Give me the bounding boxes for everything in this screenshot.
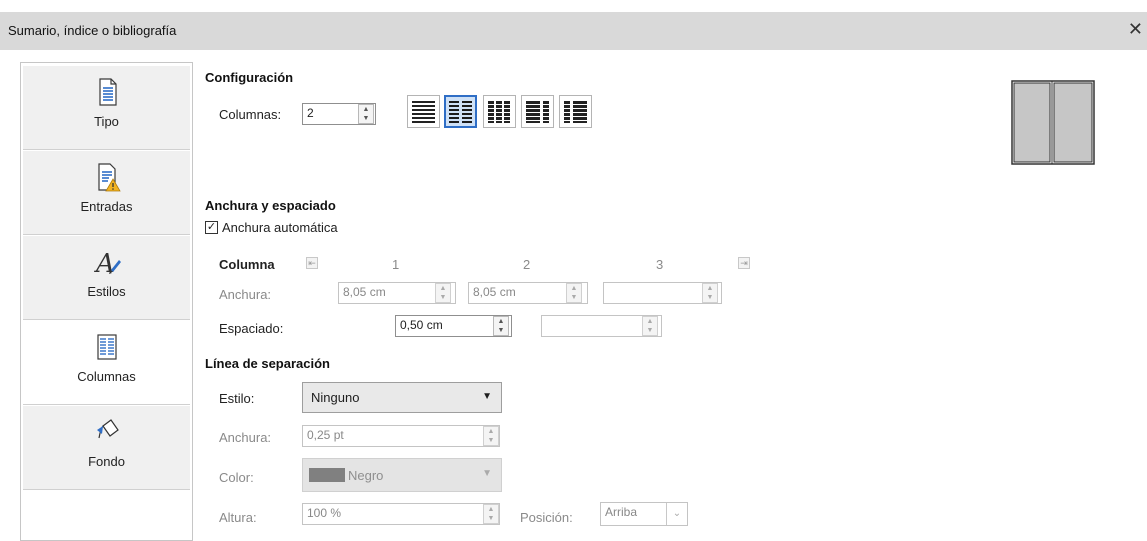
- column-2-width-value: 8,05 cm: [473, 285, 516, 299]
- auto-width-checkbox[interactable]: ✓: [205, 221, 218, 234]
- column-1-width-stepper[interactable]: ▲ ▼: [435, 283, 451, 303]
- tab-estilos[interactable]: A Estilos: [23, 236, 190, 320]
- column-next-button[interactable]: ⇥: [738, 257, 750, 269]
- column-number-1: 1: [392, 257, 400, 272]
- separator-height-stepper[interactable]: ▲ ▼: [483, 504, 499, 524]
- separator-height-label: Altura:: [219, 510, 257, 525]
- separator-style-value: Ninguno: [311, 390, 360, 405]
- document-icon: [23, 76, 190, 108]
- column-1-width-value: 8,05 cm: [343, 285, 386, 299]
- separator-color-dropdown[interactable]: Negro ▼: [302, 458, 502, 492]
- separator-width-value: 0,25 pt: [307, 428, 344, 442]
- tab-entradas[interactable]: Entradas: [23, 151, 190, 235]
- columns-preview: [1011, 80, 1095, 169]
- tab-label-columnas: Columnas: [77, 369, 136, 384]
- entries-warning-icon: [23, 161, 190, 193]
- paint-bucket-icon: [23, 416, 190, 448]
- tab-columnas[interactable]: Columnas: [23, 321, 190, 405]
- tab-fondo[interactable]: Fondo: [23, 406, 190, 490]
- layout-left-larger-button[interactable]: [521, 95, 554, 128]
- column-label: Columna: [219, 257, 275, 272]
- column-number-3: 3: [656, 257, 664, 272]
- separator-height-value: 100 %: [307, 506, 342, 520]
- separator-width-label: Anchura:: [219, 430, 272, 445]
- layout-two-columns-button[interactable]: [444, 95, 477, 128]
- column-number-2: 2: [523, 257, 531, 272]
- column-2-width-stepper[interactable]: ▲ ▼: [566, 283, 582, 303]
- layout-right-larger-button[interactable]: [559, 95, 592, 128]
- tab-label-entradas: Entradas: [80, 199, 133, 214]
- column-prev-button[interactable]: ⇤: [306, 257, 318, 269]
- separator-heading: Línea de separación: [205, 356, 330, 371]
- close-icon[interactable]: ✕: [1128, 19, 1143, 40]
- tab-label-tipo: Tipo: [94, 114, 119, 129]
- columns-label: Columnas:: [219, 107, 282, 122]
- dialog-title: Sumario, índice o bibliografía: [8, 23, 177, 38]
- separator-height-input[interactable]: 100 %: [302, 503, 500, 525]
- sidebar-tabs: Tipo Entradas A Estilos Columnas Fondo: [20, 62, 193, 541]
- config-heading: Configuración: [205, 70, 294, 85]
- spacing-label: Espaciado:: [219, 321, 284, 336]
- columns-count-stepper[interactable]: ▲ ▼: [358, 104, 374, 124]
- chevron-down-icon: ▼: [482, 468, 492, 479]
- tab-label-fondo: Fondo: [88, 454, 125, 469]
- separator-width-stepper[interactable]: ▲ ▼: [483, 426, 499, 446]
- separator-style-dropdown[interactable]: Ninguno ▼: [302, 382, 502, 413]
- separator-position-value: Arriba: [605, 505, 638, 519]
- tab-label-estilos: Estilos: [87, 284, 126, 299]
- layout-three-columns-button[interactable]: [483, 95, 516, 128]
- column-width-label: Anchura:: [219, 287, 272, 302]
- separator-color-label: Color:: [219, 470, 254, 485]
- spacing-2-stepper[interactable]: ▲ ▼: [642, 316, 658, 336]
- separator-position-dropdown[interactable]: Arriba ⌄: [600, 502, 688, 526]
- layout-one-column-button[interactable]: [407, 95, 440, 128]
- separator-style-label: Estilo:: [219, 391, 255, 406]
- separator-position-label: Posición:: [520, 510, 573, 525]
- svg-text:A: A: [94, 249, 115, 278]
- columns-icon: [23, 331, 190, 363]
- spacing-1-value: 0,50 cm: [400, 318, 443, 332]
- chevron-down-icon: ▼: [482, 391, 492, 402]
- color-swatch: [309, 468, 345, 482]
- auto-width-label: Anchura automática: [222, 220, 338, 235]
- column-3-width-stepper[interactable]: ▲ ▼: [702, 283, 718, 303]
- dialog-titlebar: Sumario, índice o bibliografía ✕: [0, 12, 1147, 50]
- width-spacing-heading: Anchura y espaciado: [205, 198, 336, 213]
- chevron-down-icon: ⌄: [666, 503, 687, 525]
- separator-width-input[interactable]: 0,25 pt: [302, 425, 500, 447]
- styles-brush-icon: A: [23, 246, 190, 279]
- columns-count-value: 2: [307, 106, 314, 120]
- tab-tipo[interactable]: Tipo: [23, 66, 190, 150]
- spacing-1-stepper[interactable]: ▲ ▼: [493, 316, 509, 336]
- separator-color-value: Negro: [348, 468, 384, 483]
